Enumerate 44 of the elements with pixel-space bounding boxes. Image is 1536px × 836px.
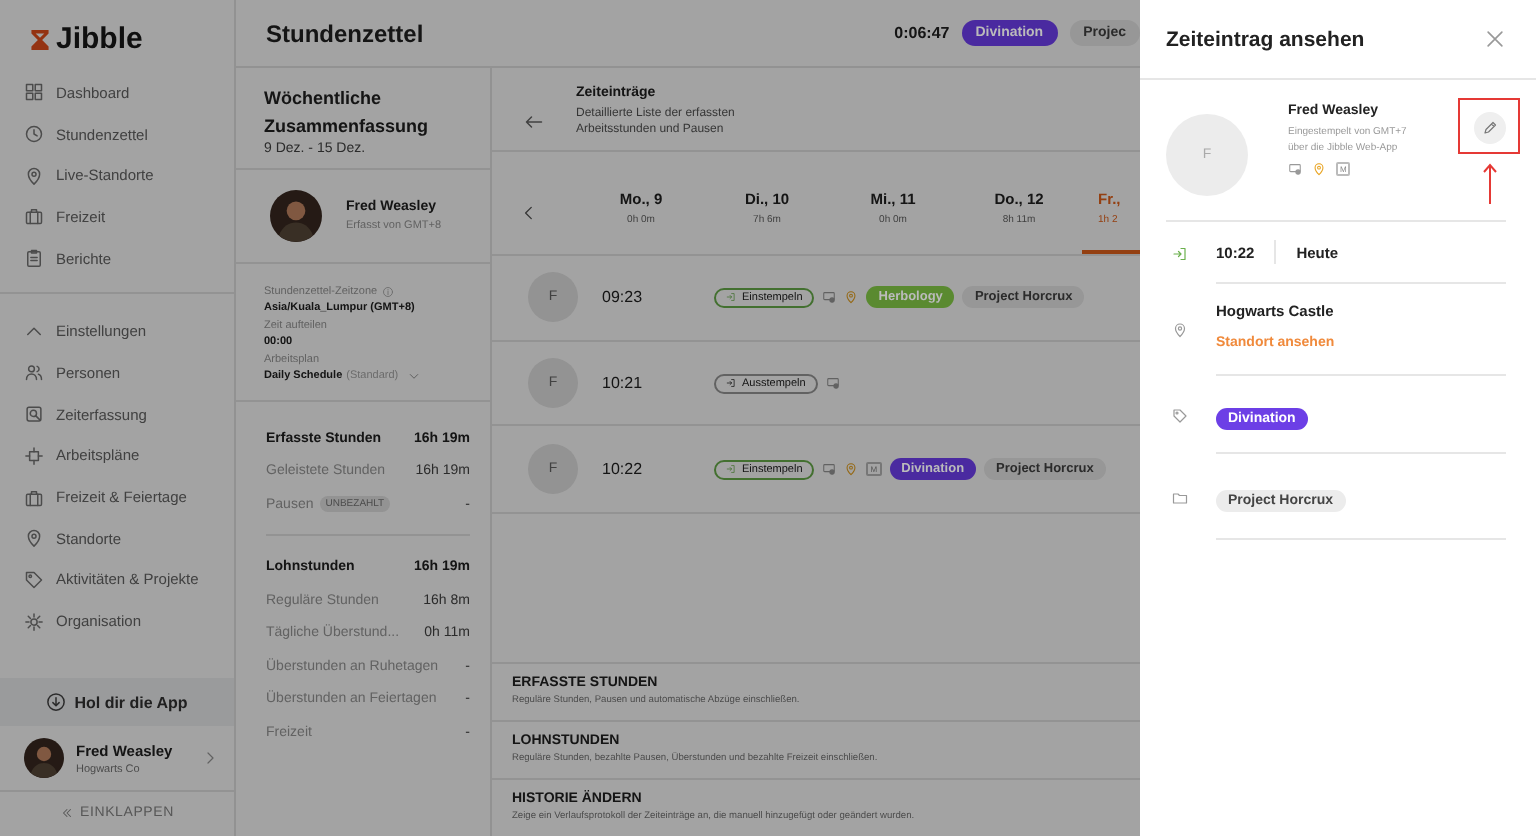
entry-time: 10:22 <box>602 460 645 479</box>
briefcase-icon <box>24 487 44 508</box>
download-icon <box>46 692 67 712</box>
annotation-arrow <box>1482 162 1498 206</box>
sign-in-icon <box>1172 245 1188 261</box>
sign-in-icon <box>726 292 736 303</box>
briefcase-icon <box>24 206 44 227</box>
edit-button[interactable] <box>1474 112 1506 144</box>
entry-time: 10:21 <box>602 374 645 392</box>
settings-icon <box>24 611 44 632</box>
monitor-icon <box>822 290 837 305</box>
grid-icon <box>24 82 44 103</box>
back-arrow-icon[interactable] <box>524 112 544 132</box>
location-pin-icon <box>1172 322 1188 338</box>
monitor-icon <box>825 376 840 390</box>
sign-in-icon <box>726 464 736 475</box>
clock-icon <box>24 124 44 145</box>
tag-icon <box>1172 407 1188 423</box>
chip-icon <box>24 445 44 466</box>
location-pin-icon <box>24 528 44 549</box>
summary-title: Wöchentliche Zusammenfassung <box>264 86 431 140</box>
magnifier-icon <box>24 404 44 425</box>
logo-text: Jibble <box>56 22 143 56</box>
drawer-title: Zeiteintrag ansehen <box>1166 27 1365 51</box>
chevron-left-icon[interactable] <box>520 204 538 222</box>
double-chevron-icon <box>60 806 75 820</box>
chevron-right-icon[interactable] <box>202 750 218 766</box>
timer: 0:06:47 <box>894 24 950 42</box>
avatar <box>24 738 64 778</box>
entry-time: 09:23 <box>602 288 645 307</box>
people-icon <box>24 362 44 383</box>
clipboard-icon <box>24 248 44 269</box>
chevron-down-icon[interactable] <box>408 370 421 382</box>
close-icon[interactable] <box>1484 28 1506 50</box>
tag-icon <box>24 569 44 590</box>
monitor-icon <box>822 462 837 477</box>
folder-icon <box>1172 489 1188 505</box>
sign-in-icon <box>726 378 736 388</box>
monitor-icon <box>1288 162 1302 176</box>
avatar <box>270 190 322 242</box>
location-pin-icon <box>24 165 44 186</box>
pencil-icon <box>1482 120 1498 136</box>
hourglass-logo-icon <box>30 27 50 51</box>
page-title: Stundenzettel <box>266 19 424 47</box>
